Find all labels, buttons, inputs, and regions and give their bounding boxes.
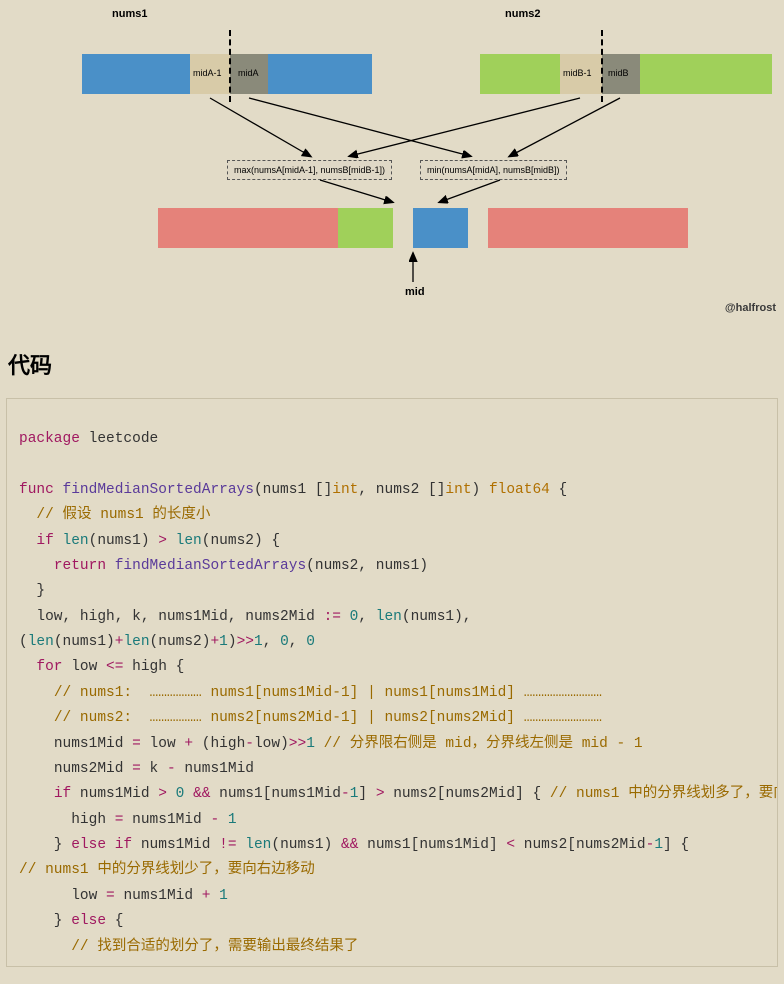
len4: len [28, 634, 54, 650]
n0a: 0 [350, 609, 359, 625]
id-nums1b: nums1 [376, 558, 420, 574]
id-n2m-c: nums2Mid [576, 837, 646, 853]
id-low4: low [71, 888, 97, 904]
kw-func: func [19, 482, 54, 498]
type-int1: int [332, 482, 358, 498]
id-nums1d: nums1 [63, 634, 107, 650]
len2: len [176, 533, 202, 549]
id-n2m-b: nums2Mid [445, 786, 515, 802]
n0c: 0 [306, 634, 315, 650]
n1d: 1 [350, 786, 359, 802]
id-high3: high [71, 812, 106, 828]
comment-over: // nums1 中的分界线划多了，要向左边移动 [550, 786, 778, 802]
vars-decl: low, high, k, nums1Mid, nums2Mid [36, 609, 314, 625]
id-high2: high [210, 736, 245, 752]
id-nums1g: nums1 [367, 837, 411, 853]
param-nums2: nums2 [376, 482, 420, 498]
id-k: k [150, 761, 159, 777]
comment-n2p: // nums2: ……………… nums2[nums2Mid-1] | num… [54, 710, 602, 726]
len5: len [123, 634, 149, 650]
comment-found: // 找到合适的划分了，需要输出最终结果了 [71, 939, 358, 955]
kw-if1: if [36, 533, 53, 549]
id-nums2e: nums2 [524, 837, 568, 853]
id-n1m-e: nums1Mid [132, 812, 202, 828]
n0b: 0 [280, 634, 289, 650]
id-low2: low [150, 736, 176, 752]
type-float64: float64 [489, 482, 550, 498]
kw-else2: else [71, 913, 106, 929]
id-n1m-h: nums1Mid [123, 888, 193, 904]
merged-green [338, 208, 393, 248]
n1g: 1 [219, 888, 228, 904]
kw-for: for [36, 659, 62, 675]
param-nums1: nums1 [263, 482, 307, 498]
id-nums2b: nums2 [315, 558, 359, 574]
len3: len [376, 609, 402, 625]
n0d: 0 [176, 786, 185, 802]
package-name: leetcode [89, 431, 159, 447]
merged-blue [413, 208, 468, 248]
id-low3: low [254, 736, 280, 752]
kw-if3: if [115, 837, 132, 853]
fn-name: findMedianSortedArrays [63, 482, 254, 498]
id-nums1f: nums1 [280, 837, 324, 853]
id-nums1a: nums1 [97, 533, 141, 549]
id-n1m-d: nums1Mid [271, 786, 341, 802]
comment-under: // nums1 中的分界线划少了，要向右边移动 [19, 862, 315, 878]
id-nums2c: nums2 [158, 634, 202, 650]
n1c: 1 [306, 736, 315, 752]
comment-midline: // 分界限右侧是 mid，分界线左侧是 mid - 1 [324, 736, 643, 752]
id-n1m-c: nums1Mid [80, 786, 150, 802]
id-n2m-a: nums2Mid [54, 761, 124, 777]
comment-assume: // 假设 nums1 的长度小 [36, 507, 210, 523]
diagram-arrows [0, 0, 784, 320]
fn-recurse: findMedianSortedArrays [115, 558, 306, 574]
id-n1m-b: nums1Mid [184, 761, 254, 777]
diagram-credit: @halfrost [725, 302, 776, 314]
median-diagram: nums1 nums2 midA-1 midA midB-1 midB max(… [0, 0, 784, 320]
merged-right-red [488, 208, 688, 248]
n1a: 1 [219, 634, 228, 650]
n1e: 1 [228, 812, 237, 828]
n1b: 1 [254, 634, 263, 650]
id-low1: low [71, 659, 97, 675]
comment-n1p: // nums1: ……………… nums1[nums1Mid-1] | num… [54, 685, 602, 701]
kw-else1: else [71, 837, 106, 853]
id-nums1c: nums1 [411, 609, 455, 625]
merged-left-red [158, 208, 338, 248]
id-nums2a: nums2 [210, 533, 254, 549]
mid-label: mid [405, 286, 425, 298]
id-n1m-g: nums1Mid [419, 837, 489, 853]
id-n1m-f: nums1Mid [141, 837, 211, 853]
id-high1: high [132, 659, 167, 675]
id-nums2d: nums2 [393, 786, 437, 802]
id-nums1e: nums1 [219, 786, 263, 802]
kw-package: package [19, 431, 80, 447]
section-heading: 代码 [8, 348, 784, 380]
type-int2: int [445, 482, 471, 498]
n1f: 1 [654, 837, 663, 853]
kw-if2: if [54, 786, 71, 802]
len6: len [245, 837, 271, 853]
code-block: package leetcode func findMedianSortedAr… [6, 398, 778, 967]
len1: len [63, 533, 89, 549]
kw-return1: return [54, 558, 106, 574]
id-n1m-a: nums1Mid [54, 736, 124, 752]
